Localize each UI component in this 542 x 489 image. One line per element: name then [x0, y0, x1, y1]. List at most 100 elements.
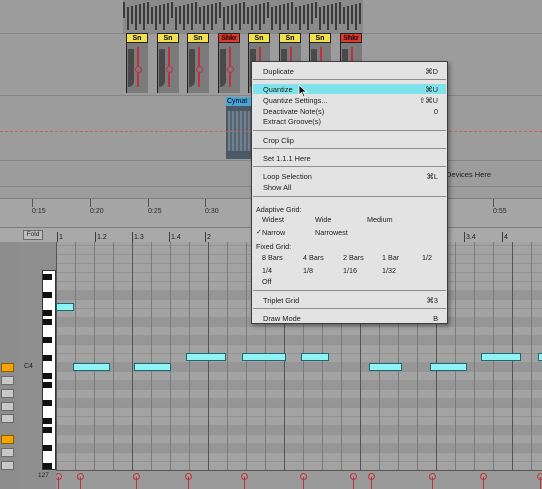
black-key[interactable] [43, 463, 52, 469]
arm-button[interactable] [1, 414, 14, 423]
menu-item-quantize[interactable]: Quantize ⌘U [253, 84, 446, 94]
black-key[interactable] [43, 319, 52, 325]
menu-item-extract-grooves[interactable]: Extract Groove(s) [253, 116, 446, 126]
velocity-marker[interactable] [368, 473, 375, 489]
waveform-bar [263, 3, 265, 24]
grid-option-medium[interactable]: Medium [367, 215, 393, 224]
midi-clip[interactable]: Sn [187, 33, 209, 93]
solo-button[interactable] [1, 448, 14, 457]
grid-option-4-bars[interactable]: 4 Bars [303, 253, 324, 262]
waveform-bar [215, 3, 217, 24]
waveform-bar [127, 7, 129, 30]
grid-option-off[interactable]: Off [262, 277, 271, 286]
bar-label: 1.4 [171, 234, 181, 241]
midi-note[interactable] [73, 363, 110, 371]
velocity-lane[interactable] [56, 470, 542, 489]
grid-row [56, 425, 542, 434]
menu-item-quantize-settings[interactable]: Quantize Settings... ⇧⌘U [253, 95, 446, 105]
velocity-marker[interactable] [185, 473, 192, 489]
black-key[interactable] [43, 310, 52, 316]
grid-option-1-32[interactable]: 1/32 [382, 266, 396, 275]
waveform-bar [359, 3, 361, 24]
menu-item-crop-clip[interactable]: Crop Clip [253, 135, 446, 145]
menu-item-duplicate[interactable]: Duplicate ⌘D [253, 66, 446, 76]
black-key[interactable] [43, 400, 52, 406]
menu-item-triplet-grid[interactable]: Triplet Grid ⌘3 [253, 295, 446, 305]
black-key[interactable] [43, 274, 52, 280]
track-activator-button[interactable] [1, 435, 14, 444]
midi-note[interactable] [538, 353, 542, 361]
arm-button[interactable] [1, 389, 14, 398]
grid-option-1-8[interactable]: 1/8 [303, 266, 313, 275]
black-key[interactable] [43, 292, 52, 298]
menu-separator [253, 308, 446, 309]
waveform-bar [279, 5, 281, 30]
audio-clip[interactable]: Cymat [226, 97, 252, 159]
black-key[interactable] [43, 355, 52, 361]
waveform-bar [207, 5, 209, 24]
solo-button[interactable] [1, 376, 14, 385]
bar-tick [502, 232, 503, 242]
piano-keyboard[interactable] [42, 270, 56, 470]
velocity-marker[interactable] [56, 473, 62, 489]
grid-option-narrow[interactable]: Narrow [262, 228, 285, 237]
midi-clip[interactable]: Sn [157, 33, 179, 93]
waveform-bar [347, 6, 349, 30]
black-key[interactable] [43, 427, 52, 433]
grid-option-1-4[interactable]: 1/4 [262, 266, 272, 275]
grid-option-narrowest[interactable]: Narrowest [315, 228, 348, 237]
grid-option-1-16[interactable]: 1/16 [343, 266, 357, 275]
velocity-marker[interactable] [350, 473, 357, 489]
black-key[interactable] [43, 418, 52, 424]
solo-button[interactable] [1, 402, 14, 411]
velocity-marker[interactable] [429, 473, 436, 489]
midi-clip[interactable]: Shkr [218, 33, 240, 93]
grid-option-widest[interactable]: Widest [262, 215, 284, 224]
context-menu[interactable]: Duplicate ⌘D Quantize ⌘U Quantize Settin… [251, 61, 448, 324]
time-tick [205, 199, 206, 207]
menu-item-set-here[interactable]: Set 1.1.1 Here [253, 153, 446, 163]
menu-separator [253, 130, 446, 131]
clip-title: Shkr [340, 33, 362, 43]
black-key[interactable] [43, 373, 52, 379]
menu-item-show-all[interactable]: Show All [253, 182, 446, 192]
midi-clip[interactable]: Sn [126, 33, 148, 93]
midi-note[interactable] [242, 353, 286, 361]
fixed-grid-title: Fixed Grid: [256, 242, 292, 251]
grid-option-1-bar[interactable]: 1 Bar [382, 253, 399, 262]
bar-label: 1.3 [134, 234, 144, 241]
midi-note[interactable] [56, 303, 74, 311]
grid-option-8-bars[interactable]: 8 Bars [262, 253, 283, 262]
midi-note[interactable] [134, 363, 171, 371]
black-key[interactable] [43, 382, 52, 388]
grid-option-1-2[interactable]: 1/2 [422, 253, 432, 262]
arm-button[interactable] [1, 461, 14, 470]
grid-option-wide[interactable]: Wide [315, 215, 331, 224]
velocity-marker[interactable] [133, 473, 140, 489]
bar-tick [95, 232, 96, 242]
midi-note[interactable] [186, 353, 226, 361]
midi-note[interactable] [369, 363, 402, 371]
black-key[interactable] [43, 337, 52, 343]
menu-item-loop-selection[interactable]: Loop Selection ⌘L [253, 171, 446, 181]
track-activator-button[interactable] [1, 363, 14, 372]
waveform-bar [299, 6, 301, 30]
midi-note[interactable] [481, 353, 521, 361]
velocity-marker[interactable] [241, 473, 248, 489]
clip-envelope [126, 43, 148, 93]
menu-separator [253, 79, 446, 80]
waveform-bar [159, 5, 161, 24]
fold-button[interactable]: Fold [23, 230, 43, 240]
velocity-marker[interactable] [480, 473, 487, 489]
time-label: 0:30 [205, 208, 219, 215]
grid-option-2-bars[interactable]: 2 Bars [343, 253, 364, 262]
menu-item-draw-mode[interactable]: Draw Mode B [253, 313, 446, 323]
midi-note[interactable] [430, 363, 467, 371]
black-key[interactable] [43, 445, 52, 451]
velocity-marker[interactable] [537, 473, 542, 489]
waveform-bar [255, 5, 257, 24]
velocity-marker[interactable] [77, 473, 84, 489]
menu-item-deactivate-notes[interactable]: Deactivate Note(s) 0 [253, 106, 446, 116]
midi-note[interactable] [301, 353, 329, 361]
velocity-marker[interactable] [300, 473, 307, 489]
